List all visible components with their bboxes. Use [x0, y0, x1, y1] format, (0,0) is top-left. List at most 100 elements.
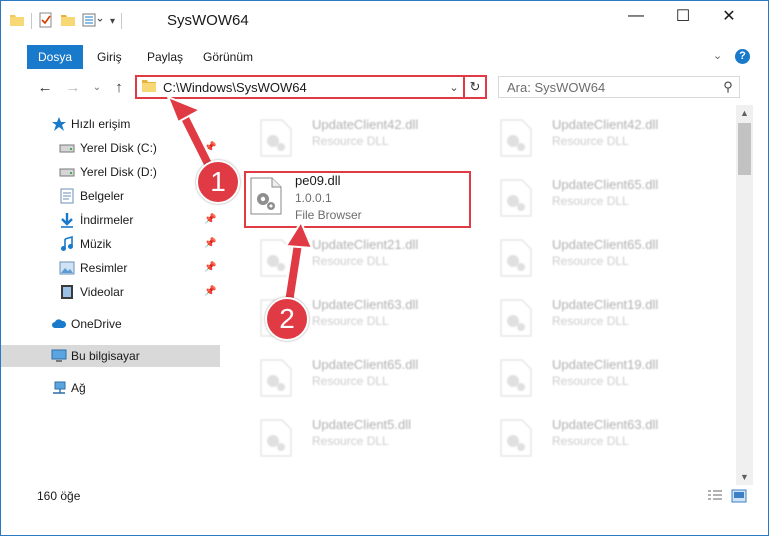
pin-icon[interactable]: 📌: [204, 286, 216, 297]
tab-share[interactable]: Paylaş: [137, 45, 193, 69]
file-name: UpdateClient19.dll: [552, 297, 659, 312]
pin-icon[interactable]: 📌: [204, 214, 216, 225]
navigation-bar: ← → ⌄ ↑ C:\Windows\SysWOW64 ⌄ ↻ Ara: Sys…: [1, 71, 768, 103]
qat-dropdown-icon[interactable]: ▾: [110, 16, 115, 27]
tab-file[interactable]: Dosya: [27, 45, 83, 69]
file-type: Resource DLL: [552, 434, 629, 448]
file-name: UpdateClient65.dll: [552, 177, 659, 192]
file-tile[interactable]: UpdateClient42.dll Resource DLL: [486, 111, 716, 163]
minimize-button[interactable]: —: [613, 1, 659, 31]
dll-file-icon: [500, 239, 532, 277]
sidebar-item-label: Müzik: [80, 237, 112, 251]
file-tile[interactable]: UpdateClient21.dll Resource DLL: [246, 231, 476, 283]
pictures-icon: [59, 260, 75, 276]
ribbon-tabs: Dosya Giriş Paylaş Görünüm ⌄ ?: [1, 45, 768, 69]
folder-app-icon: [9, 12, 25, 31]
highlight-box: [244, 171, 471, 228]
sidebar-item-label: Hızlı erişim: [71, 117, 131, 131]
search-icon[interactable]: ⚲: [717, 79, 739, 95]
navigation-pane: Hızlı erişim Yerel Disk (C:) 📌 Yerel Dis…: [1, 109, 220, 479]
maximize-button[interactable]: ☐: [660, 1, 706, 31]
tab-view[interactable]: Görünüm: [193, 45, 263, 69]
documents-icon: [59, 188, 75, 204]
file-type: Resource DLL: [552, 254, 629, 268]
download-icon: [59, 212, 75, 228]
properties-icon[interactable]: [38, 12, 54, 31]
file-tile[interactable]: UpdateClient65.dll Resource DLL: [486, 231, 716, 283]
address-bar[interactable]: C:\Windows\SysWOW64 ⌄ ↻: [135, 75, 487, 99]
sidebar-item-onedrive[interactable]: OneDrive: [1, 313, 220, 335]
step-2-badge: 2: [265, 297, 309, 341]
file-tile[interactable]: UpdateClient5.dll Resource DLL: [246, 411, 476, 463]
sidebar-item-label: OneDrive: [71, 317, 122, 331]
search-box[interactable]: Ara: SysWOW64 ⚲: [498, 76, 740, 98]
file-tile[interactable]: UpdateClient19.dll Resource DLL: [486, 291, 716, 343]
file-tile[interactable]: UpdateClient63.dll Resource DLL: [486, 411, 716, 463]
close-button[interactable]: ✕: [706, 1, 752, 31]
sidebar-item-label: Ağ: [71, 381, 86, 395]
scroll-down-icon[interactable]: ▼: [736, 469, 753, 485]
file-tile[interactable]: UpdateClient42.dll Resource DLL: [246, 111, 476, 163]
toolbar-separator: [31, 13, 32, 29]
sidebar-item-quick-access[interactable]: Hızlı erişim: [1, 113, 220, 135]
sidebar-item-network[interactable]: Ağ: [1, 377, 220, 399]
music-icon: [59, 236, 75, 252]
address-path[interactable]: C:\Windows\SysWOW64: [163, 80, 445, 95]
file-name: UpdateClient5.dll: [312, 417, 412, 432]
file-tile[interactable]: UpdateClient19.dll Resource DLL: [486, 351, 716, 403]
file-tile[interactable]: UpdateClient65.dll Resource DLL: [246, 351, 476, 403]
file-name: UpdateClient19.dll: [552, 357, 659, 372]
folder-icon: [141, 79, 157, 96]
file-name: UpdateClient21.dll: [312, 237, 419, 252]
explorer-window: ▾ SysWOW64 — ☐ ✕ Dosya Giriş Paylaş Görü…: [0, 0, 769, 536]
recent-locations-icon[interactable]: ⌄: [87, 77, 107, 97]
drive-icon: [59, 164, 75, 180]
scroll-thumb[interactable]: [738, 123, 751, 175]
search-input[interactable]: Ara: SysWOW64: [507, 80, 717, 95]
sidebar-item-pictures[interactable]: Resimler 📌: [1, 257, 220, 279]
video-icon: [59, 284, 75, 300]
sidebar-item-documents[interactable]: Belgeler 📌: [1, 185, 220, 207]
up-button[interactable]: ↑: [109, 77, 129, 97]
new-folder-icon[interactable]: [60, 12, 76, 31]
drive-icon: [59, 140, 75, 156]
file-name: UpdateClient63.dll: [552, 417, 659, 432]
sidebar-item-videos[interactable]: Videolar 📌: [1, 281, 220, 303]
dll-file-icon: [500, 299, 532, 337]
address-dropdown-icon[interactable]: ⌄: [445, 81, 463, 94]
pin-icon[interactable]: 📌: [204, 238, 216, 249]
help-icon[interactable]: ?: [735, 49, 750, 64]
star-icon: [51, 116, 67, 132]
tab-home[interactable]: Giriş: [87, 45, 132, 69]
sidebar-item-downloads[interactable]: İndirmeler 📌: [1, 209, 220, 231]
forward-button[interactable]: →: [63, 77, 83, 97]
refresh-icon[interactable]: ↻: [463, 77, 485, 97]
back-button[interactable]: ←: [35, 77, 55, 97]
large-icons-view-icon[interactable]: [731, 489, 747, 503]
pin-icon[interactable]: 📌: [204, 262, 216, 273]
dll-file-icon: [500, 419, 532, 457]
customize-view-icon[interactable]: [82, 12, 104, 31]
sidebar-item-music[interactable]: Müzik 📌: [1, 233, 220, 255]
ribbon-expand-icon[interactable]: ⌄: [713, 49, 722, 62]
sidebar-item-label: Bu bilgisayar: [71, 349, 140, 363]
cloud-icon: [51, 316, 67, 332]
sidebar-item-this-pc[interactable]: Bu bilgisayar: [1, 345, 220, 367]
file-name: UpdateClient65.dll: [552, 237, 659, 252]
sidebar-item-label: Belgeler: [80, 189, 125, 203]
vertical-scrollbar[interactable]: ▲ ▼: [736, 105, 753, 485]
title-bar: ▾ SysWOW64 — ☐ ✕: [1, 1, 768, 39]
sidebar-item-local-disk-c[interactable]: Yerel Disk (C:) 📌: [1, 137, 220, 159]
dll-file-icon: [260, 239, 292, 277]
file-type: Resource DLL: [552, 194, 629, 208]
sidebar-item-local-disk-d[interactable]: Yerel Disk (D:): [1, 161, 220, 183]
details-view-icon[interactable]: [707, 489, 723, 503]
file-type: Resource DLL: [312, 254, 389, 268]
status-bar: 160 öğe: [1, 485, 768, 507]
file-type: Resource DLL: [312, 374, 389, 388]
sidebar-item-label: İndirmeler: [80, 213, 134, 227]
scroll-up-icon[interactable]: ▲: [736, 105, 753, 121]
pin-icon[interactable]: 📌: [204, 142, 216, 153]
file-tile[interactable]: UpdateClient65.dll Resource DLL: [486, 171, 716, 223]
file-type: Resource DLL: [312, 434, 389, 448]
